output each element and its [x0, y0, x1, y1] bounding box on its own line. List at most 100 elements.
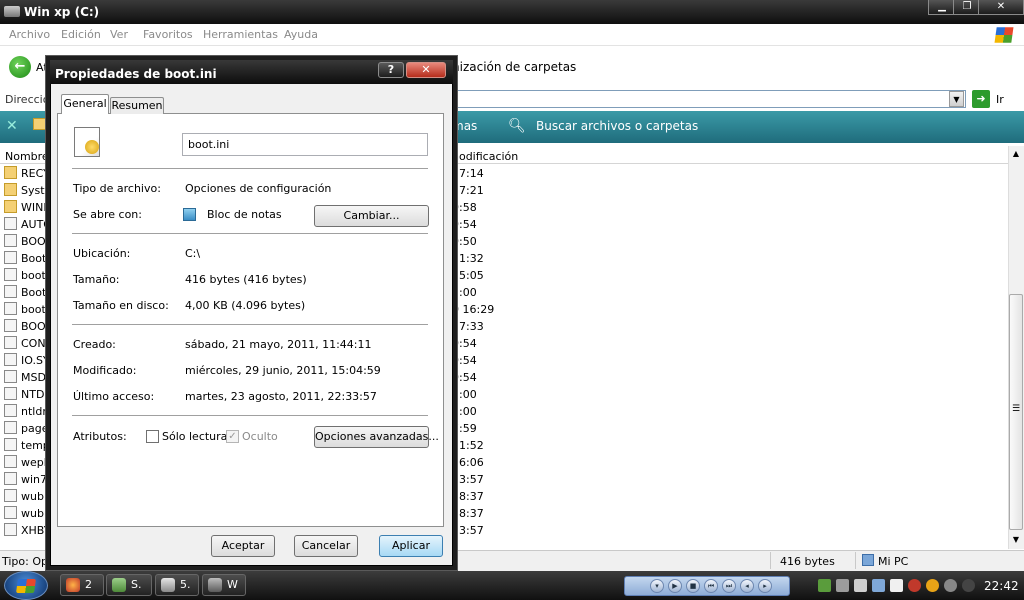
hidden-checkbox[interactable]: ✓ — [226, 430, 239, 443]
menu-ver[interactable]: Ver — [110, 28, 128, 41]
back-button-label[interactable]: At — [36, 61, 48, 74]
address-dropdown-icon[interactable]: ▼ — [949, 91, 964, 107]
status-divider — [855, 552, 856, 569]
file-modified: 7:59 — [452, 422, 477, 435]
column-modified[interactable]: nodificación — [452, 150, 518, 163]
file-row[interactable]: bootm — [4, 302, 50, 319]
menu-edicion[interactable]: Edición — [61, 28, 101, 41]
menu-archivo[interactable]: Archivo — [9, 28, 50, 41]
file-name: Boot. — [21, 252, 50, 265]
tab-general[interactable]: General — [61, 94, 109, 114]
advanced-options-button[interactable]: Opciones avanzadas... — [314, 426, 439, 448]
power-icon[interactable] — [962, 579, 975, 592]
file-row[interactable]: temp. — [4, 438, 50, 455]
taskbar-item-w[interactable]: W — [202, 574, 246, 596]
file-row[interactable]: XHBY — [4, 523, 50, 540]
scroll-up-icon[interactable]: ▲ — [1008, 146, 1024, 162]
file-modified: 9:58 — [452, 201, 477, 214]
volume-icon[interactable]: ◂ — [740, 579, 754, 593]
cancel-button[interactable]: Cancelar — [294, 535, 358, 557]
file-row[interactable]: Boot. — [4, 251, 50, 268]
address-label: Dirección — [5, 93, 57, 106]
search-icon[interactable]: 🔍︎ — [508, 118, 526, 134]
close-pane-icon[interactable]: ✕ — [6, 118, 18, 134]
file-row[interactable]: BOOT — [4, 234, 50, 251]
menu-herramientas[interactable]: Herramientas — [203, 28, 278, 41]
search-files-button[interactable]: Buscar archivos o carpetas — [536, 119, 698, 133]
file-row[interactable]: win7. — [4, 472, 50, 489]
file-row[interactable]: Syste — [4, 183, 50, 200]
file-modified: 2:00 — [452, 388, 477, 401]
file-row[interactable]: RECYC — [4, 166, 50, 183]
stop-icon[interactable]: ■ — [686, 579, 700, 593]
update-icon[interactable] — [926, 579, 939, 592]
file-row[interactable]: IO.SY — [4, 353, 50, 370]
readonly-checkbox[interactable] — [146, 430, 159, 443]
file-row[interactable]: BOOT — [4, 319, 50, 336]
location-label: Ubicación: — [73, 247, 131, 260]
location-value: C:\ — [185, 247, 201, 260]
volume-up-icon[interactable]: ▸ — [758, 579, 772, 593]
file-row[interactable]: NTDE — [4, 387, 50, 404]
next-icon[interactable]: ⏭ — [722, 579, 736, 593]
file-row[interactable]: WIND — [4, 200, 50, 217]
back-arrow-icon[interactable]: ← — [9, 56, 31, 78]
scroll-down-icon[interactable]: ▼ — [1008, 532, 1024, 548]
go-button-label[interactable]: Ir — [996, 93, 1004, 106]
file-row[interactable]: pagef — [4, 421, 50, 438]
maximize-button[interactable]: ❐ — [953, 0, 981, 15]
file-row[interactable]: wepke — [4, 455, 50, 472]
command-bar-item[interactable]: mas — [452, 119, 477, 133]
tab-resumen[interactable]: Resumen — [110, 97, 164, 114]
readonly-label[interactable]: Sólo lectura — [162, 430, 227, 443]
taskbar-item-s[interactable]: S. — [106, 574, 152, 596]
minimize-button[interactable]: ▁ — [928, 0, 956, 15]
disk-size-value: 4,00 KB (4.096 bytes) — [185, 299, 306, 312]
folder-sync-label[interactable]: nización de carpetas — [452, 60, 576, 74]
hidden-label[interactable]: Oculto — [242, 430, 278, 443]
divider — [72, 415, 428, 416]
window-titlebar[interactable]: Win xp (C:) ▁ ❐ ✕ — [0, 0, 1024, 24]
folder-icon — [4, 183, 17, 196]
network-icon[interactable] — [818, 579, 831, 592]
file-row[interactable]: CONF — [4, 336, 50, 353]
dialog-close-button[interactable]: ✕ — [406, 62, 446, 78]
taskbar-clock[interactable]: 22:42 — [984, 579, 1019, 593]
file-name: CONF — [21, 337, 50, 350]
taskbar-item-firefox[interactable]: 2 — [60, 574, 104, 596]
accessed-value: martes, 23 agosto, 2011, 22:33:57 — [185, 390, 377, 403]
file-row[interactable]: MSDC — [4, 370, 50, 387]
file-row[interactable]: wubil — [4, 506, 50, 523]
apply-button[interactable]: Aplicar — [379, 535, 443, 557]
change-button[interactable]: Cambiar... — [314, 205, 429, 227]
taskbar-item-label: W — [227, 578, 238, 591]
play-icon[interactable]: ▶ — [668, 579, 682, 593]
file-row[interactable]: wubil — [4, 489, 50, 506]
address-input[interactable] — [450, 90, 966, 108]
file-row[interactable]: ntldr — [4, 404, 50, 421]
filename-input[interactable] — [182, 133, 428, 156]
taskbar-item-5[interactable]: 5. — [155, 574, 199, 596]
menu-favoritos[interactable]: Favoritos — [143, 28, 193, 41]
help-button[interactable]: ? — [378, 62, 404, 78]
file-icon — [4, 455, 17, 468]
usb-icon[interactable] — [872, 579, 885, 592]
monitor-icon[interactable] — [854, 579, 867, 592]
taskbar-item-label: 5. — [180, 578, 191, 591]
folder-icon[interactable] — [33, 118, 47, 130]
document-icon[interactable] — [890, 579, 903, 592]
ok-button[interactable]: Aceptar — [211, 535, 275, 557]
go-arrow-icon[interactable]: ➜ — [972, 90, 990, 108]
menu-ayuda[interactable]: Ayuda — [284, 28, 318, 41]
column-name[interactable]: Nombre — [5, 150, 49, 163]
file-row[interactable]: AUTO — [4, 217, 50, 234]
previous-icon[interactable]: ⏮ — [704, 579, 718, 593]
sync-icon[interactable] — [944, 579, 957, 592]
notepad-icon — [183, 208, 196, 221]
file-row[interactable]: boot. — [4, 268, 50, 285]
file-row[interactable]: Bootf — [4, 285, 50, 302]
close-button[interactable]: ✕ — [978, 0, 1024, 15]
speaker-icon[interactable] — [836, 579, 849, 592]
media-menu-icon[interactable]: ▾ — [650, 579, 664, 593]
shield-icon[interactable] — [908, 579, 921, 592]
